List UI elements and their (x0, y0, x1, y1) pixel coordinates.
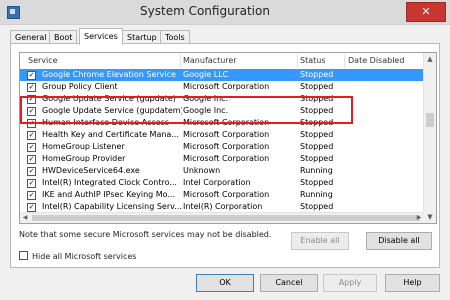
service-checkbox[interactable]: ✓ (27, 95, 36, 104)
secure-services-note: Note that some secure Microsoft services… (19, 230, 272, 239)
horizontal-scrollbar[interactable]: ◀ ▶ (20, 212, 424, 223)
scroll-up-icon[interactable]: ▲ (424, 53, 436, 65)
status-cell: Stopped (300, 82, 334, 91)
service-checkbox[interactable]: ✓ (27, 83, 36, 92)
service-checkbox[interactable]: ✓ (27, 155, 36, 164)
status-cell: Stopped (300, 70, 334, 79)
service-checkbox[interactable]: ✓ (27, 71, 36, 80)
title-bar: System Configuration ✕ (0, 0, 450, 25)
manufacturer-cell: Google LLC (183, 70, 229, 79)
service-name: IKE and AuthIP IPsec Keying Mo... (42, 190, 176, 199)
service-checkbox[interactable]: ✓ (27, 203, 36, 212)
table-row[interactable]: ✓ Intel(R) Integrated Clock Contro... In… (20, 177, 424, 189)
service-checkbox[interactable]: ✓ (27, 119, 36, 128)
table-row[interactable]: ✓ HWDeviceService64.exe Unknown Running (20, 165, 424, 177)
column-header-service[interactable]: Service (28, 56, 58, 65)
status-cell: Stopped (300, 118, 334, 127)
tab-tools[interactable]: Tools (160, 30, 190, 44)
apply-button[interactable]: Apply (323, 274, 377, 292)
tab-general[interactable]: General (10, 30, 52, 44)
status-cell: Running (300, 166, 333, 175)
service-name: Human Interface Device Access (42, 118, 170, 127)
vertical-scrollbar[interactable]: ▲ ▼ (423, 53, 436, 223)
manufacturer-cell: Microsoft Corporation (183, 142, 270, 151)
service-checkbox[interactable]: ✓ (27, 107, 36, 116)
service-name: Health Key and Certificate Mana... (42, 130, 179, 139)
manufacturer-cell: Microsoft Corporation (183, 190, 270, 199)
service-checkbox[interactable]: ✓ (27, 179, 36, 188)
manufacturer-cell: Intel Corporation (183, 178, 251, 187)
table-row[interactable]: ✓ HomeGroup Listener Microsoft Corporati… (20, 141, 424, 153)
service-name: HomeGroup Provider (42, 154, 126, 163)
manufacturer-cell: Microsoft Corporation (183, 82, 270, 91)
checkbox-box[interactable] (19, 251, 28, 260)
services-list[interactable]: Service Manufacturer Status Date Disable… (19, 52, 437, 224)
table-row[interactable]: ✓ Health Key and Certificate Mana... Mic… (20, 129, 424, 141)
column-header-status[interactable]: Status (300, 56, 326, 65)
manufacturer-cell: Google Inc. (183, 94, 229, 103)
close-button[interactable]: ✕ (406, 2, 446, 22)
service-checkbox[interactable]: ✓ (27, 143, 36, 152)
scroll-left-icon[interactable]: ◀ (20, 213, 30, 223)
column-divider[interactable] (180, 54, 181, 68)
list-rows: ✓ Google Chrome Elevation Service Google… (20, 69, 424, 213)
column-divider[interactable] (344, 54, 345, 68)
column-header-date-disabled[interactable]: Date Disabled (348, 56, 404, 65)
status-cell: Stopped (300, 94, 334, 103)
cancel-button[interactable]: Cancel (260, 274, 318, 292)
status-cell: Stopped (300, 142, 334, 151)
help-button[interactable]: Help (385, 274, 440, 292)
column-divider[interactable] (297, 54, 298, 68)
table-row[interactable]: ✓ Google Update Service (gupdatem) Googl… (20, 105, 424, 117)
service-name: Google Update Service (gupdatem) (42, 106, 182, 115)
list-header: Service Manufacturer Status Date Disable… (20, 53, 424, 69)
manufacturer-cell: Unknown (183, 166, 221, 175)
disable-all-button[interactable]: Disable all (366, 232, 432, 250)
service-name: Group Policy Client (42, 82, 118, 91)
service-name: Intel(R) Integrated Clock Contro... (42, 178, 177, 187)
table-row[interactable]: ✓ HomeGroup Provider Microsoft Corporati… (20, 153, 424, 165)
manufacturer-cell: Microsoft Corporation (183, 118, 270, 127)
scroll-down-icon[interactable]: ▼ (424, 211, 436, 223)
manufacturer-cell: Microsoft Corporation (183, 154, 270, 163)
service-name: HomeGroup Listener (42, 142, 125, 151)
window-title: System Configuration (140, 4, 270, 18)
scroll-thumb[interactable] (32, 215, 420, 221)
manufacturer-cell: Microsoft Corporation (183, 130, 270, 139)
service-checkbox[interactable]: ✓ (27, 191, 36, 200)
status-cell: Stopped (300, 154, 334, 163)
service-checkbox[interactable]: ✓ (27, 131, 36, 140)
table-row[interactable]: ✓ Google Update Service (gupdate) Google… (20, 93, 424, 105)
service-checkbox[interactable]: ✓ (27, 167, 36, 176)
status-cell: Running (300, 190, 333, 199)
table-row[interactable]: ✓ Human Interface Device Access Microsof… (20, 117, 424, 129)
services-panel: Service Manufacturer Status Date Disable… (10, 43, 440, 268)
status-cell: Stopped (300, 106, 334, 115)
scroll-thumb[interactable] (426, 113, 434, 127)
table-row[interactable]: ✓ IKE and AuthIP IPsec Keying Mo... Micr… (20, 189, 424, 201)
enable-all-button[interactable]: Enable all (291, 232, 349, 250)
ok-button[interactable]: OK (196, 274, 254, 292)
hide-microsoft-services-label: Hide all Microsoft services (32, 252, 137, 261)
tab-services[interactable]: Services (79, 28, 123, 45)
service-name: Google Update Service (gupdate) (42, 94, 176, 103)
tab-boot[interactable]: Boot (49, 30, 78, 44)
column-header-manufacturer[interactable]: Manufacturer (183, 56, 237, 65)
service-name: HWDeviceService64.exe (42, 166, 140, 175)
hide-microsoft-services-checkbox[interactable]: Hide all Microsoft services (19, 251, 136, 261)
tab-startup[interactable]: Startup (122, 30, 162, 44)
table-row[interactable]: ✓ Google Chrome Elevation Service Google… (20, 69, 424, 81)
status-cell: Stopped (300, 178, 334, 187)
service-name: Google Chrome Elevation Service (42, 70, 176, 79)
status-cell: Stopped (300, 130, 334, 139)
table-row[interactable]: ✓ Group Policy Client Microsoft Corporat… (20, 81, 424, 93)
manufacturer-cell: Google Inc. (183, 106, 229, 115)
scroll-right-icon[interactable]: ▶ (414, 213, 424, 223)
